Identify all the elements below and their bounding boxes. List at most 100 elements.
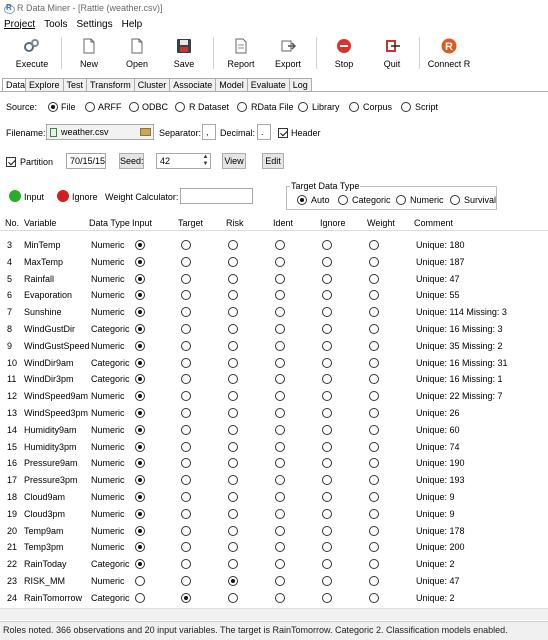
report-button[interactable]: Report [216,33,266,73]
save-button[interactable]: Save [159,33,209,73]
ident-role-radio[interactable] [275,508,285,519]
ignore-role-radio[interactable] [322,492,332,502]
risk-role-radio[interactable] [228,357,238,368]
input-role-radio[interactable] [135,273,145,284]
source-library-label[interactable]: Library [312,102,340,112]
separator-input[interactable]: , [202,124,216,140]
weight-role-radio[interactable] [369,475,379,486]
risk-role-radio[interactable] [228,592,238,603]
risk-role-radio[interactable] [228,525,238,536]
ident-role-radio[interactable] [275,559,285,570]
partition-label[interactable]: Partition [20,157,53,167]
weight-calculator-input[interactable] [180,188,253,204]
ident-role-radio[interactable] [275,340,285,351]
risk-role-radio[interactable] [228,542,238,553]
target-role-radio[interactable] [181,592,191,603]
ignore-role-radio[interactable] [322,441,332,452]
target-role-radio[interactable] [181,508,191,519]
tab-data[interactable]: Data [2,78,26,92]
ident-role-radio[interactable] [275,576,285,586]
weight-role-radio[interactable] [369,525,379,536]
open-button[interactable]: Open [112,33,162,73]
input-role-label[interactable]: Input [24,192,44,202]
target-role-radio[interactable] [181,324,191,334]
weight-role-radio[interactable] [369,559,379,570]
view-button[interactable]: View [222,153,246,169]
tab-log[interactable]: Log [289,78,312,92]
weight-role-radio[interactable] [369,307,379,318]
source-corpus-radio[interactable] [349,102,359,112]
risk-role-radio[interactable] [228,559,238,570]
header-label[interactable]: Header [291,128,321,138]
target-categoric-radio[interactable] [338,195,348,205]
input-role-button[interactable] [9,190,21,202]
input-role-radio[interactable] [135,559,145,570]
input-role-radio[interactable] [135,374,145,385]
ignore-role-radio[interactable] [322,576,332,586]
filename-chooser[interactable]: weather.csv [46,124,154,140]
risk-role-radio[interactable] [228,324,238,334]
source-file-radio[interactable] [48,102,58,112]
source-rdataset-label[interactable]: R Dataset [189,102,229,112]
tab-cluster[interactable]: Cluster [134,78,171,92]
decimal-input[interactable]: . [257,124,271,140]
weight-role-radio[interactable] [369,340,379,351]
target-role-radio[interactable] [181,340,191,351]
ident-role-radio[interactable] [275,240,285,250]
risk-role-radio[interactable] [228,307,238,318]
target-role-radio[interactable] [181,559,191,570]
target-role-radio[interactable] [181,391,191,402]
edit-button[interactable]: Edit [262,153,284,169]
target-role-radio[interactable] [181,542,191,553]
weight-role-radio[interactable] [369,542,379,553]
ignore-role-radio[interactable] [322,458,332,469]
target-role-radio[interactable] [181,240,191,250]
source-arff-label[interactable]: ARFF [98,102,122,112]
ident-role-radio[interactable] [275,424,285,435]
ident-role-radio[interactable] [275,391,285,402]
ignore-role-radio[interactable] [322,357,332,368]
tab-model[interactable]: Model [216,78,248,92]
tab-test[interactable]: Test [63,78,88,92]
target-role-radio[interactable] [181,492,191,502]
target-role-radio[interactable] [181,307,191,318]
input-role-radio[interactable] [135,340,145,351]
risk-role-radio[interactable] [228,458,238,469]
header-checkbox[interactable] [278,128,288,138]
source-file-label[interactable]: File [61,102,76,112]
input-role-radio[interactable] [135,458,145,469]
risk-role-radio[interactable] [228,290,238,301]
menu-settings[interactable]: Settings [76,19,112,30]
input-role-radio[interactable] [135,492,145,502]
ignore-role-label[interactable]: Ignore [72,192,98,202]
partition-checkbox[interactable] [6,157,16,167]
ignore-role-radio[interactable] [322,324,332,334]
target-role-radio[interactable] [181,424,191,435]
input-role-radio[interactable] [135,290,145,301]
menu-tools[interactable]: Tools [44,19,67,30]
source-corpus-label[interactable]: Corpus [363,102,392,112]
weight-role-radio[interactable] [369,424,379,435]
weight-role-radio[interactable] [369,374,379,385]
ident-role-radio[interactable] [275,458,285,469]
folder-icon[interactable] [140,128,151,136]
weight-role-radio[interactable] [369,576,379,586]
target-role-radio[interactable] [181,374,191,385]
source-library-radio[interactable] [298,102,308,112]
weight-role-radio[interactable] [369,592,379,603]
input-role-radio[interactable] [135,576,145,586]
source-rdatafile-radio[interactable] [237,102,247,112]
input-role-radio[interactable] [135,542,145,553]
risk-role-radio[interactable] [228,424,238,435]
ident-role-radio[interactable] [275,374,285,385]
target-survival-label[interactable]: Survival [464,195,496,205]
target-role-radio[interactable] [181,525,191,536]
target-role-radio[interactable] [181,475,191,486]
source-script-radio[interactable] [401,102,411,112]
tab-evaluate[interactable]: Evaluate [247,78,290,92]
ident-role-radio[interactable] [275,357,285,368]
stop-button[interactable]: Stop [319,33,369,73]
target-survival-radio[interactable] [450,195,460,205]
ident-role-radio[interactable] [275,290,285,301]
target-role-radio[interactable] [181,256,191,267]
